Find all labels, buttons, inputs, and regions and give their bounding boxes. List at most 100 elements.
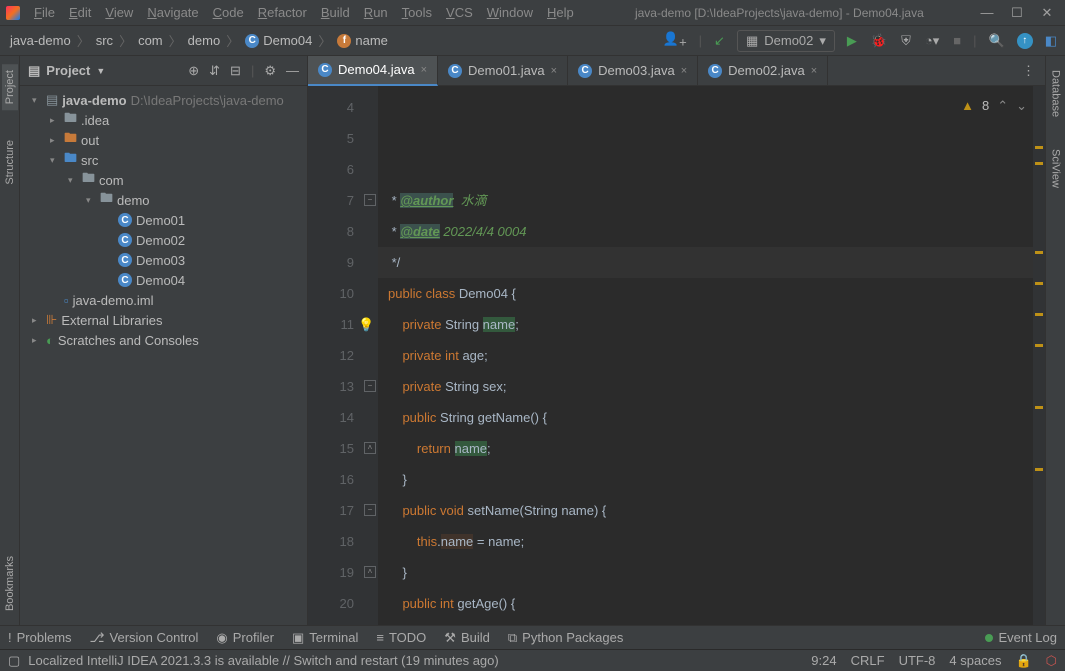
menu-window[interactable]: Window	[481, 3, 539, 22]
sync-icon[interactable]: ↙	[712, 31, 727, 51]
editor-tab[interactable]: CDemo02.java×	[698, 56, 828, 86]
coverage-button[interactable]: ⛨	[899, 31, 913, 51]
line-number[interactable]: 4	[308, 92, 354, 123]
line-number[interactable]: 15	[308, 433, 354, 464]
close-tab-icon[interactable]: ×	[681, 65, 687, 77]
tool-version-control[interactable]: ⎇Version Control	[90, 630, 199, 646]
tool-build[interactable]: ⚒Build	[444, 630, 490, 646]
code-line[interactable]: this.name = name;	[388, 526, 1045, 557]
breadcrumb-item[interactable]: java-demo	[6, 31, 75, 50]
close-tab-icon[interactable]: ×	[551, 65, 557, 77]
line-number[interactable]: 10	[308, 278, 354, 309]
tool-windows-icon[interactable]: ▢	[8, 653, 20, 669]
code-line[interactable]: }	[388, 557, 1045, 588]
line-number[interactable]: 19	[308, 557, 354, 588]
close-tab-icon[interactable]: ×	[811, 65, 817, 77]
code-content[interactable]: ▲ 8 ⌃ ⌄ * @author 水滴 * @date 2022/4/4 00…	[378, 86, 1045, 625]
project-tree[interactable]: ▾▤java-demo D:\IdeaProjects\java-demo▸🖿.…	[20, 86, 307, 625]
tree-arrow-icon[interactable]: ▸	[50, 115, 60, 126]
debug-button[interactable]: 🐞	[869, 31, 889, 51]
code-line[interactable]: * @author 水滴	[388, 185, 1045, 216]
line-number[interactable]: 8	[308, 216, 354, 247]
tool-tab-structure[interactable]: Structure	[2, 134, 18, 191]
lock-icon[interactable]: 🔒	[1015, 653, 1031, 669]
editor-tab[interactable]: CDemo04.java×	[308, 56, 438, 86]
breadcrumb-item[interactable]: com	[134, 31, 167, 50]
menu-help[interactable]: Help	[541, 3, 580, 22]
breadcrumb-item[interactable]: demo	[184, 31, 225, 50]
tool-problems[interactable]: !Problems	[8, 630, 72, 645]
intention-bulb-icon[interactable]: 💡	[358, 309, 374, 340]
search-icon[interactable]: 🔍	[987, 31, 1007, 51]
editor-tab[interactable]: CDemo03.java×	[568, 56, 698, 86]
select-opened-icon[interactable]: ⊕	[188, 63, 199, 79]
tree-row[interactable]: CDemo03	[20, 250, 307, 270]
fold-toggle[interactable]: ˄	[364, 442, 376, 454]
update-icon[interactable]: ↑	[1017, 33, 1033, 49]
tree-row[interactable]: ▫java-demo.iml	[20, 290, 307, 310]
settings-icon[interactable]: ⚙	[264, 63, 276, 79]
tree-arrow-icon[interactable]: ▾	[50, 155, 60, 166]
tool-tab-database[interactable]: Database	[1048, 64, 1064, 123]
inspection-badge[interactable]: ▲ 8 ⌃ ⌄	[961, 90, 1027, 121]
tree-row[interactable]: ▸◐Scratches and Consoles	[20, 330, 307, 350]
menu-navigate[interactable]: Navigate	[141, 3, 204, 22]
breadcrumb-item[interactable]: src	[92, 31, 117, 50]
tree-row[interactable]: CDemo02	[20, 230, 307, 250]
menu-vcs[interactable]: VCS	[440, 3, 479, 22]
tree-row[interactable]: ▾🖿demo	[20, 190, 307, 210]
project-panel-title[interactable]: ▤ Project ▼	[28, 63, 105, 79]
line-number[interactable]: 14	[308, 402, 354, 433]
tree-row[interactable]: ▾🖿com	[20, 170, 307, 190]
run-config-selector[interactable]: ▦ Demo02 ▾	[737, 30, 835, 52]
code-line[interactable]: public class Demo04 {	[388, 278, 1045, 309]
tab-menu-icon[interactable]: ⋮	[1012, 63, 1045, 79]
stop-button[interactable]: ■	[951, 31, 963, 50]
menu-view[interactable]: View	[99, 3, 139, 22]
chevron-up-icon[interactable]: ⌃	[997, 90, 1008, 121]
code-line[interactable]: public void setName(String name) {	[388, 495, 1045, 526]
tree-row[interactable]: ▸🖿out	[20, 130, 307, 150]
line-number[interactable]: 5	[308, 123, 354, 154]
tool-tab-sciview[interactable]: SciView	[1048, 143, 1064, 194]
tree-arrow-icon[interactable]: ▸	[32, 335, 42, 346]
code-line[interactable]: return name;	[388, 433, 1045, 464]
maximize-button[interactable]: ☐	[1009, 5, 1025, 21]
status-item[interactable]: CRLF	[851, 653, 885, 668]
expand-all-icon[interactable]: ⇵	[209, 63, 220, 79]
ide-settings-icon[interactable]: ◧	[1043, 31, 1059, 51]
code-line[interactable]: public String getName() {	[388, 402, 1045, 433]
menu-tools[interactable]: Tools	[396, 3, 438, 22]
line-number[interactable]: 9	[308, 247, 354, 278]
minimize-button[interactable]: —	[979, 5, 995, 21]
tree-row[interactable]: ▸⊪External Libraries	[20, 310, 307, 330]
tool-python-packages[interactable]: ⧉Python Packages	[508, 630, 623, 646]
process-icon[interactable]: ⬡	[1046, 653, 1057, 669]
fold-toggle[interactable]: −	[364, 380, 376, 392]
fold-toggle[interactable]: ˄	[364, 566, 376, 578]
menu-run[interactable]: Run	[358, 3, 394, 22]
tool-profiler[interactable]: ◉Profiler	[216, 630, 274, 646]
menu-refactor[interactable]: Refactor	[252, 3, 313, 22]
tree-row[interactable]: CDemo04	[20, 270, 307, 290]
tree-arrow-icon[interactable]: ▸	[32, 315, 42, 326]
tree-arrow-icon[interactable]: ▾	[68, 175, 78, 186]
fold-toggle[interactable]: −	[364, 504, 376, 516]
line-number[interactable]: 13	[308, 371, 354, 402]
code-line[interactable]: private String sex;	[388, 371, 1045, 402]
fold-toggle[interactable]: −	[364, 194, 376, 206]
run-button[interactable]: ▶	[845, 31, 859, 51]
menu-file[interactable]: File	[28, 3, 61, 22]
menu-code[interactable]: Code	[207, 3, 250, 22]
menu-edit[interactable]: Edit	[63, 3, 97, 22]
status-message[interactable]: Localized IntelliJ IDEA 2021.3.3 is avai…	[28, 653, 498, 668]
status-item[interactable]: 9:24	[811, 653, 836, 668]
line-number[interactable]: 11	[308, 309, 354, 340]
code-line[interactable]: * @date 2022/4/4 0004	[388, 216, 1045, 247]
tree-row[interactable]: CDemo01	[20, 210, 307, 230]
breadcrumb-item[interactable]: fname	[333, 31, 392, 50]
code-editor[interactable]: 456789101112131415161718192021 −−˄−˄− ▲ …	[308, 86, 1045, 625]
tool-tab-project[interactable]: Project	[2, 64, 18, 110]
line-number[interactable]: 6	[308, 154, 354, 185]
editor-tab[interactable]: CDemo01.java×	[438, 56, 568, 86]
